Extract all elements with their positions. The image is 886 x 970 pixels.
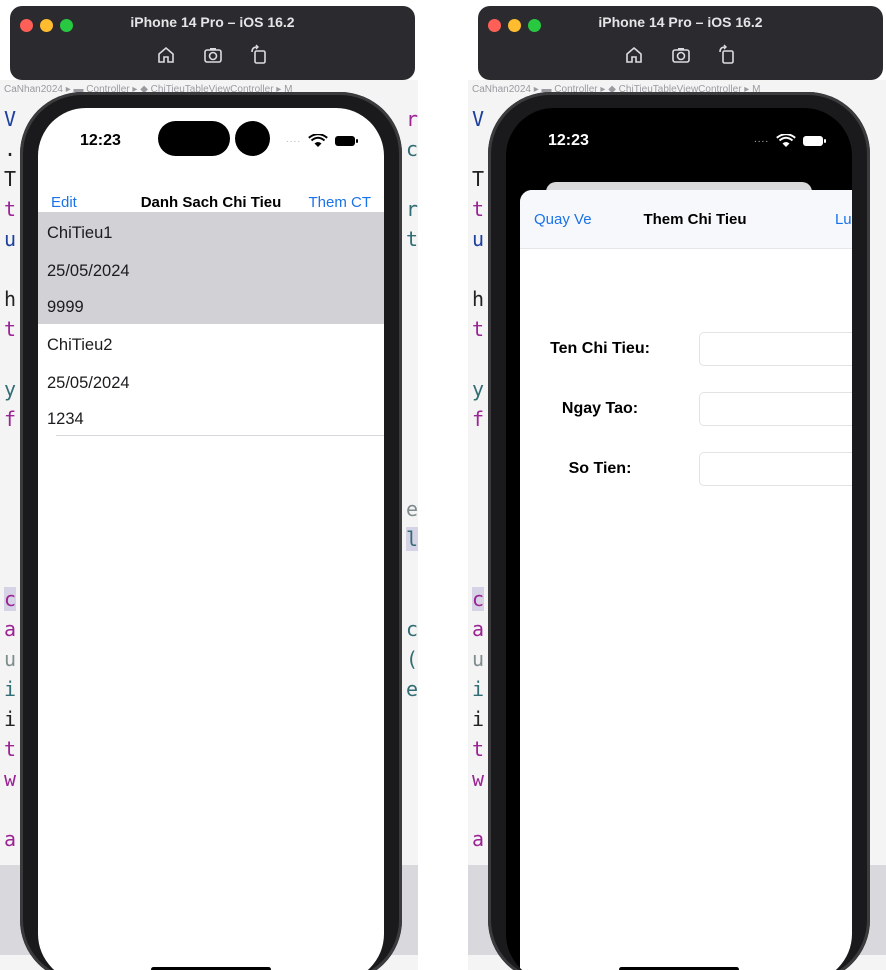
screenshot-icon[interactable] xyxy=(670,44,692,66)
modal-sheet: Quay Ve Them Chi Tieu Luu Ten Chi Tieu: … xyxy=(520,190,852,970)
front-camera xyxy=(235,121,270,156)
home-icon[interactable] xyxy=(155,44,177,66)
form-row-date: Ngay Tao: xyxy=(520,392,852,428)
battery-icon xyxy=(335,136,358,146)
table-row[interactable]: ChiTieu1 25/05/2024 9999 xyxy=(38,212,384,324)
simulator-titlebar[interactable]: iPhone 14 Pro – iOS 16.2 xyxy=(10,6,415,80)
row-separator xyxy=(56,435,384,436)
list-screen: 12:23 .... Edit Danh Sach Chi Tieu Them … xyxy=(38,108,384,970)
wifi-icon xyxy=(776,134,796,147)
expense-date: 25/05/2024 xyxy=(47,374,130,392)
form-row-name: Ten Chi Tieu: xyxy=(520,332,852,368)
date-field[interactable] xyxy=(699,392,852,426)
iphone-frame: 12:23 .... Quay Ve Them Chi Tieu Luu Ten… xyxy=(488,92,870,970)
simulator-title: iPhone 14 Pro – iOS 16.2 xyxy=(130,14,295,30)
simulator-toolbar xyxy=(10,44,415,66)
status-time: 12:23 xyxy=(548,132,589,149)
amount-field[interactable] xyxy=(699,452,852,486)
rotate-icon[interactable] xyxy=(716,44,738,66)
status-bar: 12:23 .... xyxy=(38,108,384,178)
add-expense-button[interactable]: Them CT xyxy=(308,194,371,211)
expense-amount: 9999 xyxy=(47,298,84,316)
amount-label: So Tien: xyxy=(568,460,632,477)
save-button[interactable]: Luu xyxy=(835,211,852,228)
expense-name: ChiTieu2 xyxy=(47,336,113,354)
page-title: Them Chi Tieu xyxy=(643,211,747,228)
name-label: Ten Chi Tieu: xyxy=(550,340,650,357)
expense-date: 25/05/2024 xyxy=(47,262,130,280)
rotate-icon[interactable] xyxy=(248,44,270,66)
status-bar: 12:23 .... xyxy=(506,108,852,178)
expense-table: ChiTieu1 25/05/2024 9999 ChiTieu2 25/05/… xyxy=(38,212,384,436)
simulator-toolbar xyxy=(478,44,883,66)
simulator-window-list: CaNhan2024 ▸ ▬ Controller ▸ ◆ ChiTieuTab… xyxy=(0,0,418,970)
navigation-bar: Quay Ve Them Chi Tieu Luu xyxy=(520,190,852,249)
name-field[interactable] xyxy=(699,332,852,366)
screenshot-icon[interactable] xyxy=(202,44,224,66)
date-label: Ngay Tao: xyxy=(561,400,639,417)
status-time: 12:23 xyxy=(80,132,121,149)
signal-icon: .... xyxy=(754,134,770,145)
battery-icon xyxy=(803,136,826,146)
add-expense-screen: 12:23 .... Quay Ve Them Chi Tieu Luu Ten… xyxy=(506,108,852,970)
simulator-window-add: CaNhan2024 ▸ ▬ Controller ▸ ◆ ChiTieuTab… xyxy=(468,0,886,970)
dynamic-island xyxy=(158,121,230,156)
simulator-titlebar[interactable]: iPhone 14 Pro – iOS 16.2 xyxy=(478,6,883,80)
expense-name: ChiTieu1 xyxy=(47,224,113,242)
home-icon[interactable] xyxy=(623,44,645,66)
wifi-icon xyxy=(308,134,328,147)
simulator-title: iPhone 14 Pro – iOS 16.2 xyxy=(598,14,763,30)
iphone-frame: 12:23 .... Edit Danh Sach Chi Tieu Them … xyxy=(20,92,402,970)
table-row[interactable]: ChiTieu2 25/05/2024 1234 xyxy=(38,324,384,436)
form-row-amount: So Tien: xyxy=(520,452,852,488)
expense-amount: 1234 xyxy=(47,410,84,428)
signal-icon: .... xyxy=(286,134,302,145)
